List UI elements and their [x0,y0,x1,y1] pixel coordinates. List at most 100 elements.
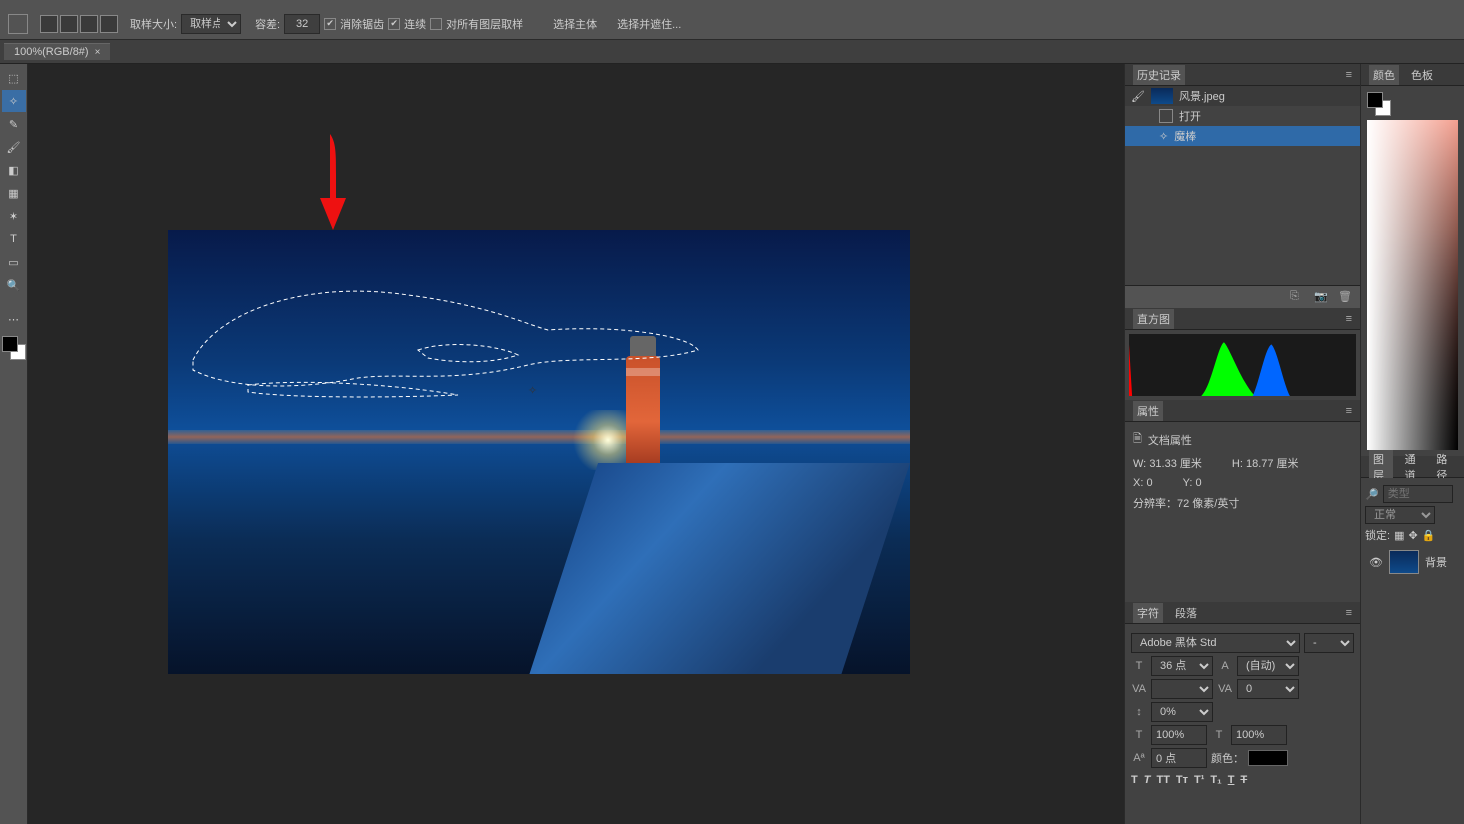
canvas-area[interactable]: ✧ [28,64,1124,824]
selection-mode-group[interactable] [40,15,118,33]
sel-new-icon[interactable] [40,15,58,33]
all-layers-checkbox[interactable] [430,18,442,30]
vscale-input[interactable] [1231,725,1287,745]
antialias-label: 消除锯齿 [340,16,384,32]
paragraph-tab[interactable]: 段落 [1171,603,1201,623]
tracking-select[interactable]: 0 [1237,679,1299,699]
wand-tool-icon[interactable]: ✧ [2,90,26,112]
wand-step-icon: ✧ [1159,130,1168,143]
layers-panel-header[interactable]: 图层 通道 路径 [1361,456,1464,478]
properties-panel-header[interactable]: 属性 ≡ [1125,400,1360,422]
eraser-tool-icon[interactable]: ◧ [2,159,26,181]
snapshot-icon[interactable]: 📷 [1314,290,1328,304]
font-style-select[interactable]: - [1304,633,1354,653]
type-tool-icon[interactable]: T [2,228,26,250]
fg-bg-swatch[interactable] [2,336,26,360]
tolerance-input[interactable] [284,14,320,34]
delete-state-icon[interactable]: 🗑 [1338,290,1352,304]
scale-select[interactable]: 0% [1151,702,1213,722]
kerning-select[interactable] [1151,679,1213,699]
history-step-label: 打开 [1179,108,1201,124]
color-fg-swatch[interactable] [1367,92,1383,108]
properties-tab[interactable]: 属性 [1133,401,1163,421]
history-row[interactable]: ✧ 魔棒 [1125,126,1360,146]
sample-size-select[interactable]: 取样点 [181,14,241,34]
hscale-icon: T [1131,729,1147,741]
eyedropper-tool-icon[interactable]: ✎ [2,113,26,135]
blend-mode-select[interactable]: 正常 [1365,506,1435,524]
leading-select[interactable]: (自动) [1237,656,1299,676]
character-menu-icon[interactable]: ≡ [1346,607,1352,619]
character-tab[interactable]: 字符 [1133,603,1163,623]
spot-tool-icon[interactable]: ✶ [2,205,26,227]
history-root[interactable]: 🖌 风景.jpeg [1125,86,1360,106]
color-fgbg-swatch[interactable] [1367,92,1391,116]
sel-int-icon[interactable] [100,15,118,33]
histogram-menu-icon[interactable]: ≡ [1346,313,1352,325]
open-step-icon [1159,109,1173,123]
lock-position-icon[interactable]: ✥ [1408,529,1417,542]
smallcaps-button[interactable]: Tᴛ [1176,774,1188,786]
hscale-input[interactable] [1151,725,1207,745]
underline-button[interactable]: T [1228,774,1235,786]
search-icon[interactable]: 🔎 [1365,488,1379,501]
italic-button[interactable]: T [1144,774,1151,786]
options-bar: 取样大小: 取样点 容差: 消除锯齿 连续 对所有图层取样 选择主体 选择并遮住… [0,8,1464,40]
brush-tool-icon[interactable]: 🖌 [2,136,26,158]
more-tools-icon[interactable]: ⋯ [2,308,26,330]
baseline-icon: Aª [1131,752,1147,764]
lock-pixels-icon[interactable]: ▦ [1394,529,1404,542]
allcaps-button[interactable]: TT [1156,774,1169,786]
layer-search-input[interactable] [1383,485,1453,503]
w-value: 31.33 厘米 [1149,458,1202,470]
zoom-tool-icon[interactable]: 🔍 [2,274,26,296]
color-picker-field[interactable] [1367,120,1458,450]
sel-sub-icon[interactable] [80,15,98,33]
font-size-icon: T [1131,660,1147,672]
swatches-tab[interactable]: 色板 [1407,65,1437,85]
image-pier [529,463,910,674]
font-size-select[interactable]: 36 点 [1151,656,1213,676]
superscript-button[interactable]: T¹ [1194,774,1204,786]
properties-menu-icon[interactable]: ≡ [1346,405,1352,417]
character-panel-header[interactable]: 字符 段落 ≡ [1125,602,1360,624]
text-color-swatch[interactable] [1248,750,1288,766]
tolerance-label: 容差: [255,16,280,32]
select-and-mask-button[interactable]: 选择并遮住... [617,16,681,32]
select-subject-button[interactable]: 选择主体 [553,16,597,32]
histogram-panel-header[interactable]: 直方图 ≡ [1125,308,1360,330]
document-tab-name: 100%(RGB/8#) [14,46,89,58]
subscript-button[interactable]: T₁ [1210,774,1221,786]
layer-row[interactable]: 👁 背景 [1365,546,1460,578]
marquee-tool-icon[interactable]: ⬚ [2,67,26,89]
visibility-icon[interactable]: 👁 [1369,556,1383,569]
history-row[interactable]: 打开 [1125,106,1360,126]
baseline-input[interactable] [1151,748,1207,768]
close-tab-icon[interactable]: × [95,47,101,58]
color-tab[interactable]: 颜色 [1369,65,1399,85]
history-panel-header[interactable]: 历史记录 ≡ [1125,64,1360,86]
fg-color-swatch[interactable] [2,336,18,352]
font-family-select[interactable]: Adobe 黑体 Std [1131,633,1300,653]
wand-cursor-icon: ✧ [528,384,544,400]
y-value: 0 [1195,477,1201,489]
history-menu-icon[interactable]: ≡ [1346,69,1352,81]
gradient-tool-icon[interactable]: ▦ [2,182,26,204]
bold-button[interactable]: T [1131,774,1138,786]
color-panel-header[interactable]: 颜色 色板 [1361,64,1464,86]
shape-tool-icon[interactable]: ▭ [2,251,26,273]
document-tab[interactable]: 100%(RGB/8#) × [4,43,110,60]
h-value: 18.77 厘米 [1246,458,1299,470]
contiguous-checkbox[interactable] [388,18,400,30]
antialias-checkbox[interactable] [324,18,336,30]
new-doc-from-state-icon[interactable]: ⎘ [1290,290,1304,304]
annotation-arrow [318,134,348,230]
menu-bar[interactable] [0,0,1464,8]
lock-all-icon[interactable]: 🔒 [1422,529,1436,542]
all-layers-label: 对所有图层取样 [446,16,523,32]
document-image[interactable]: ✧ [168,230,910,674]
histogram-tab[interactable]: 直方图 [1133,309,1174,329]
strike-button[interactable]: T [1240,774,1247,786]
sel-add-icon[interactable] [60,15,78,33]
history-tab[interactable]: 历史记录 [1133,65,1185,85]
